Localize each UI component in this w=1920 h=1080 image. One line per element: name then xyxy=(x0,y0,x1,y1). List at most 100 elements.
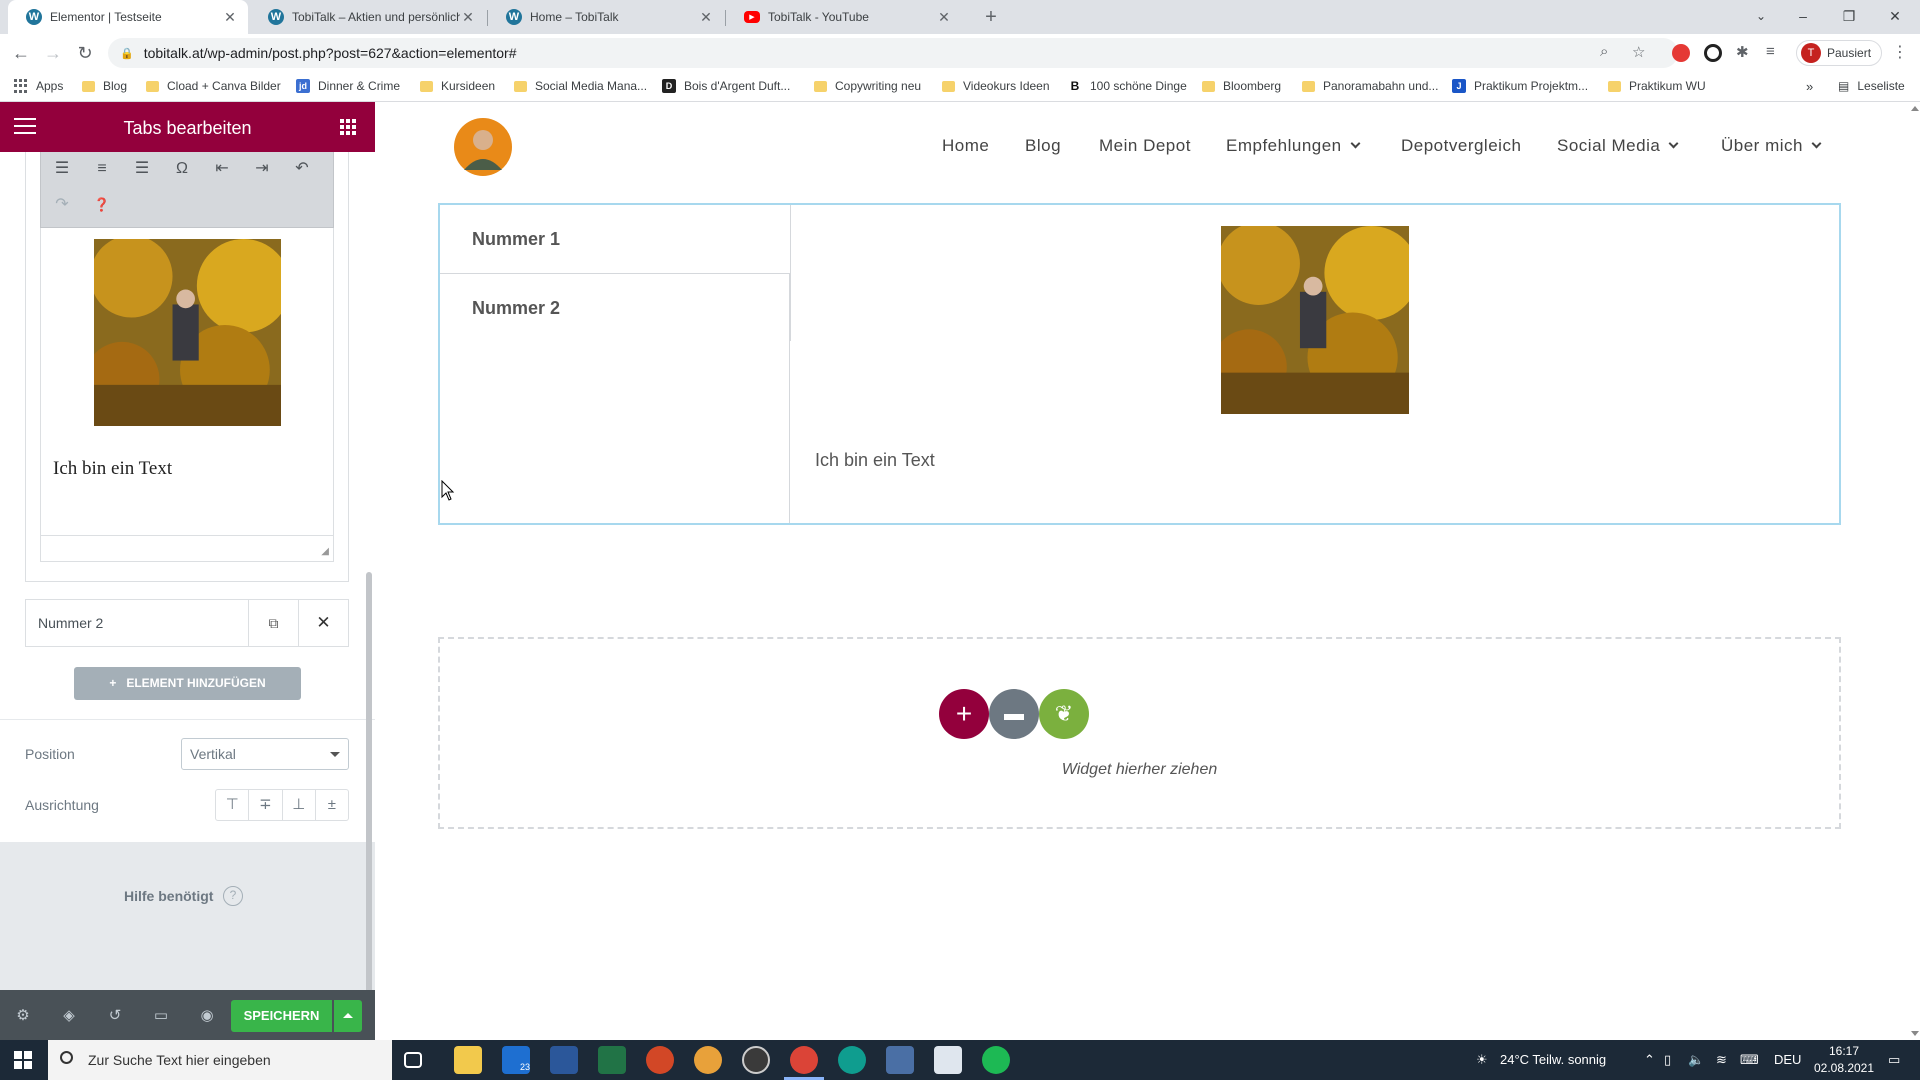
bookmark-bloomberg[interactable]: Bloomberg xyxy=(1202,79,1281,93)
help-link[interactable]: Hilfe benötigt xyxy=(124,888,213,904)
reading-queue-icon[interactable]: ≡ xyxy=(1766,43,1775,60)
outdent-icon[interactable]: ⇤ xyxy=(209,158,235,180)
site-logo[interactable] xyxy=(454,118,512,176)
chrome-icon[interactable] xyxy=(790,1046,818,1074)
vlc-icon[interactable] xyxy=(694,1046,722,1074)
powerpoint-icon[interactable] xyxy=(646,1046,674,1074)
page-scrollbar[interactable] xyxy=(1908,102,1920,1040)
text-editor[interactable]: Ich bin ein Text ◢ xyxy=(40,228,334,562)
back-icon[interactable]: ← xyxy=(6,38,36,68)
save-options-button[interactable] xyxy=(334,1000,362,1032)
redo-icon[interactable]: ↷ xyxy=(49,194,75,216)
bookmark-praktikum-projekt[interactable]: J Praktikum Projektm... xyxy=(1452,79,1588,93)
navigator-layers-icon[interactable]: ◈ xyxy=(58,1007,80,1025)
tray-chevron-icon[interactable]: ⌃ xyxy=(1644,1040,1655,1080)
indent-icon[interactable]: ⇥ xyxy=(249,158,275,180)
bookmark-panoramabahn[interactable]: Panoramabahn und... xyxy=(1302,79,1438,93)
remote-app-icon[interactable] xyxy=(886,1046,914,1074)
browser-menu-icon[interactable]: ⋮ xyxy=(1892,42,1908,62)
help-icon[interactable]: ❓ xyxy=(89,194,115,216)
edge-icon[interactable] xyxy=(838,1046,866,1074)
scroll-up-icon[interactable] xyxy=(1911,106,1919,111)
adblock-extension-icon[interactable] xyxy=(1672,44,1690,62)
nav-social-media[interactable]: Social Media xyxy=(1557,136,1679,156)
drop-zone[interactable]: + ▬ ❦ Widget hierher ziehen xyxy=(438,637,1841,829)
preview-eye-icon[interactable]: ◉ xyxy=(196,1007,218,1025)
word-icon[interactable] xyxy=(550,1046,578,1074)
tab-search-icon[interactable]: ⌄ xyxy=(1738,0,1784,34)
nav-empfehlungen[interactable]: Empfehlungen xyxy=(1226,136,1361,156)
remove-icon[interactable]: ✕ xyxy=(298,600,348,646)
restore-button[interactable]: ❐ xyxy=(1826,0,1872,34)
responsive-mode-icon[interactable]: ▭ xyxy=(150,1007,172,1025)
windows-start-icon[interactable] xyxy=(14,1051,32,1069)
tray-battery-icon[interactable]: ▯ xyxy=(1664,1040,1671,1080)
weather-text[interactable]: 24°C Teilw. sonnig xyxy=(1500,1040,1606,1080)
repeater-item-nummer-2[interactable]: Nummer 2 ⧉ ✕ xyxy=(25,599,349,647)
forward-icon[interactable]: → xyxy=(38,38,68,68)
close-icon[interactable]: ✕ xyxy=(222,9,238,26)
url-field[interactable]: 🔒 tobitalk.at/wp-admin/post.php?post=627… xyxy=(108,38,1678,68)
grammarly-extension-icon[interactable] xyxy=(1704,44,1722,62)
scroll-down-icon[interactable] xyxy=(1911,1031,1919,1036)
more-bookmarks-icon[interactable]: » xyxy=(1806,79,1813,94)
minimize-button[interactable]: – xyxy=(1780,0,1826,34)
bookmark-videokurs[interactable]: Videokurs Ideen xyxy=(942,79,1050,93)
clock[interactable]: 16:17 02.08.2021 xyxy=(1808,1043,1880,1077)
taskbar-search-field[interactable]: Zur Suche Text hier eingeben xyxy=(48,1040,392,1080)
bookmark-100-dinge[interactable]: B 100 schöne Dinge xyxy=(1068,79,1187,93)
align-left-icon[interactable]: ☰ xyxy=(49,158,75,180)
duplicate-icon[interactable]: ⧉ xyxy=(248,600,298,646)
reload-icon[interactable]: ↻ xyxy=(70,38,100,68)
volume-icon[interactable]: 🔈 xyxy=(1688,1040,1704,1080)
bookmark-social-media[interactable]: Social Media Mana... xyxy=(514,79,647,93)
tab-nummer-2[interactable]: Nummer 2 xyxy=(440,273,791,341)
resize-grip-icon[interactable]: ◢ xyxy=(321,546,329,557)
browser-tab-tobitalk[interactable]: W TobiTalk – Aktien und persönliche ✕ xyxy=(250,0,486,34)
align-stretch-icon[interactable]: ± xyxy=(316,790,348,820)
align-middle-icon[interactable]: ∓ xyxy=(249,790,283,820)
file-explorer-icon[interactable] xyxy=(454,1046,482,1074)
bookmark-cload[interactable]: Cload + Canva Bilder xyxy=(146,79,281,93)
bookmark-star-icon[interactable]: ☆ xyxy=(1632,43,1645,61)
close-icon[interactable]: ✕ xyxy=(936,9,952,26)
excel-icon[interactable] xyxy=(598,1046,626,1074)
notifications-icon[interactable]: ▭ xyxy=(1888,1040,1900,1080)
nav-depotvergleich[interactable]: Depotvergleich xyxy=(1401,136,1521,156)
add-element-button[interactable]: + ELEMENT HINZUFÜGEN xyxy=(74,667,301,700)
align-top-icon[interactable]: ⊤ xyxy=(216,790,250,820)
browser-tab-elementor[interactable]: W Elementor | Testseite ✕ xyxy=(8,0,248,34)
special-character-icon[interactable]: Ω xyxy=(169,158,195,180)
undo-icon[interactable]: ↶ xyxy=(289,158,315,180)
zoom-icon[interactable]: ⌕ xyxy=(1600,43,1608,60)
bookmark-copywriting[interactable]: Copywriting neu xyxy=(814,79,921,93)
weather-icon[interactable]: ☀ xyxy=(1476,1040,1488,1080)
nav-ueber-mich[interactable]: Über mich xyxy=(1721,136,1822,156)
align-bottom-icon[interactable]: ⊥ xyxy=(283,790,316,820)
question-icon[interactable]: ? xyxy=(223,886,243,906)
bookmark-apps[interactable]: Apps xyxy=(14,79,63,93)
bookmark-blog[interactable]: Blog xyxy=(82,79,127,93)
bookmark-kursideen[interactable]: Kursideen xyxy=(420,79,495,93)
task-view-icon[interactable] xyxy=(404,1052,422,1068)
align-center-icon[interactable]: ≡ xyxy=(89,158,115,180)
close-icon[interactable]: ✕ xyxy=(698,9,714,26)
nav-blog[interactable]: Blog xyxy=(1025,136,1061,156)
add-section-button[interactable]: + xyxy=(939,689,989,739)
bookmark-dinner[interactable]: jd Dinner & Crime xyxy=(296,79,400,93)
widgets-grid-icon[interactable] xyxy=(340,119,356,135)
nav-home[interactable]: Home xyxy=(942,136,989,156)
settings-gear-icon[interactable]: ⚙ xyxy=(12,1007,34,1025)
obs-icon[interactable] xyxy=(742,1046,770,1074)
extensions-puzzle-icon[interactable]: ✱ xyxy=(1736,43,1749,61)
save-button[interactable]: SPEICHERN xyxy=(231,1000,332,1032)
spotify-icon[interactable] xyxy=(982,1046,1010,1074)
wifi-icon[interactable]: ≋ xyxy=(1716,1040,1727,1080)
tabs-widget[interactable]: Nummer 1 Nummer 2 Ich bin ein Text xyxy=(438,203,1841,525)
bookmark-praktikum-wu[interactable]: Praktikum WU xyxy=(1608,79,1706,93)
tab-nummer-1[interactable]: Nummer 1 xyxy=(440,205,791,273)
nav-mein-depot[interactable]: Mein Depot xyxy=(1099,136,1191,156)
position-select[interactable]: Vertikal xyxy=(181,738,349,770)
language-indicator[interactable]: DEU xyxy=(1774,1040,1801,1080)
browser-tab-youtube[interactable]: ▶ TobiTalk - YouTube ✕ xyxy=(726,0,962,34)
